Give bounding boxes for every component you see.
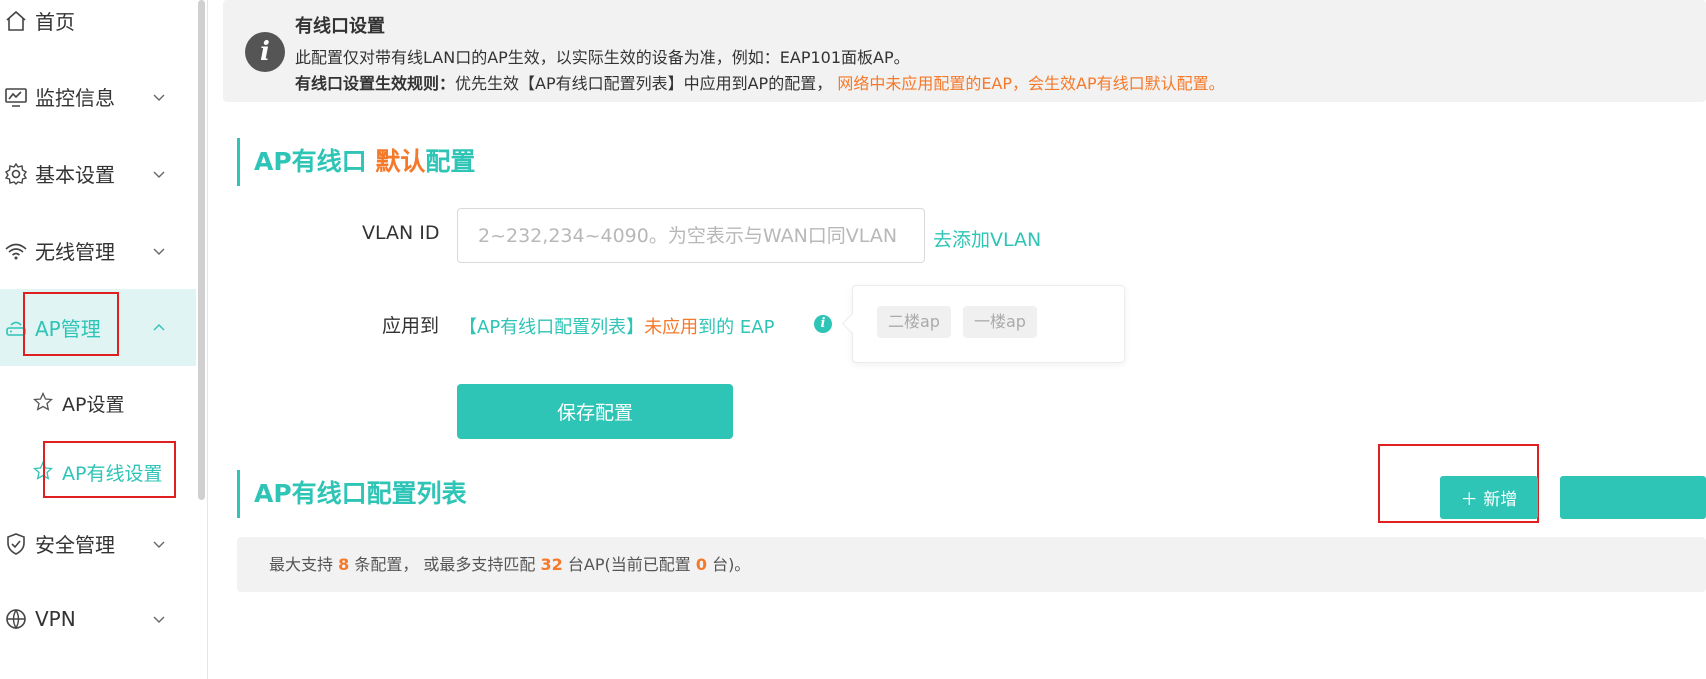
max-aps-value: 32 [540,555,563,574]
chevron-down-icon [153,94,165,101]
notice-rule-warning: 网络中未应用配置的EAP，会生效AP有线口默认配置。 [837,74,1225,93]
apply-text-part: 【AP有线口配置列表】 [459,317,645,338]
wifi-gear-icon [5,243,27,259]
title-part-highlight: 默认 [375,147,426,176]
home-icon [6,10,26,31]
add-config-button[interactable]: ＋ 新增 [1440,476,1538,519]
highlight-box-ap-management [23,292,119,356]
sidebar-item-monitor[interactable]: 监控信息 [0,58,196,135]
sidebar-item-label: VPN [35,606,76,631]
help-icon[interactable]: i [814,315,832,333]
notice-description: 此配置仅对带有线LAN口的AP生效，以实际生效的设备为准，例如：EAP101面板… [295,48,910,67]
sidebar-item-basic-settings[interactable]: 基本设置 [0,135,196,212]
sidebar-item-wireless[interactable]: 无线管理 [0,212,196,289]
sidebar-item-label: 监控信息 [35,86,115,110]
sidebar-subitem-ap-settings[interactable]: AP设置 [0,368,196,438]
info-icon: i [245,32,285,72]
chevron-down-icon [153,248,165,255]
sidebar-item-security[interactable]: 安全管理 [0,505,196,582]
chevron-down-icon [153,171,165,178]
vpn-icon [6,608,26,629]
sidebar-item-label: 基本设置 [35,163,115,187]
title-part: AP有线口 [254,147,376,176]
sidebar-item-home[interactable]: 首页 [0,0,196,59]
info-text: 台)。 [712,555,751,574]
config-list-title: AP有线口配置列表 [237,470,467,518]
sidebar-item-label: 安全管理 [35,533,115,557]
chevron-down-icon [153,616,165,623]
save-config-button[interactable]: 保存配置 [457,384,733,439]
chevron-up-icon [153,323,165,330]
eap-list-popover: 二楼ap 一楼ap [852,285,1125,363]
sidebar-item-label: 首页 [35,10,75,34]
monitor-icon [5,87,27,107]
info-text: 台AP(当前已配置 [567,555,691,574]
apply-text-highlight: 未应用 [644,317,699,338]
star-icon [33,392,53,411]
info-text: 条配置， 或最多支持匹配 [354,555,536,574]
gear-icon [4,162,28,185]
eap-tag: 一楼ap [963,306,1037,338]
vlan-id-label: VLAN ID [362,222,440,244]
apply-text-part: 到的 EAP [698,317,775,338]
notice-rule-text: 优先生效【AP有线口配置列表】中应用到AP的配置， [455,74,833,93]
chevron-down-icon [153,541,165,548]
info-text: 最大支持 [269,555,334,574]
sidebar-item-vpn[interactable]: VPN [0,580,196,657]
sidebar-scrollbar-thumb[interactable] [198,0,205,500]
add-vlan-link[interactable]: 去添加VLAN [933,225,1041,252]
apply-to-description: 【AP有线口配置列表】未应用到的 EAP [459,313,774,339]
sidebar-subitem-label: AP设置 [62,394,125,416]
vlan-id-input[interactable] [457,208,925,263]
notice-title: 有线口设置 [295,16,385,37]
notice-rule-label: 有线口设置生效规则： [295,74,456,93]
highlight-box-ap-wired-settings [43,441,176,498]
current-count-value: 0 [695,555,707,574]
shield-icon [7,532,25,555]
max-configs-value: 8 [338,555,350,574]
config-limit-info: 最大支持 8 条配置， 或最多支持匹配 32 台AP(当前已配置 0 台)。 [237,537,1706,592]
notice-rule: 有线口设置生效规则：优先生效【AP有线口配置列表】中应用到AP的配置， 网络中未… [295,70,1225,94]
apply-to-label: 应用到 [382,315,440,337]
sidebar-item-label: 无线管理 [35,240,115,264]
eap-tag: 二楼ap [877,306,951,338]
title-part: 配置 [425,147,476,176]
secondary-action-button[interactable] [1560,476,1706,519]
default-config-title: AP有线口 默认配置 [237,138,475,186]
info-notice: i 有线口设置 此配置仅对带有线LAN口的AP生效，以实际生效的设备为准，例如：… [223,0,1706,102]
